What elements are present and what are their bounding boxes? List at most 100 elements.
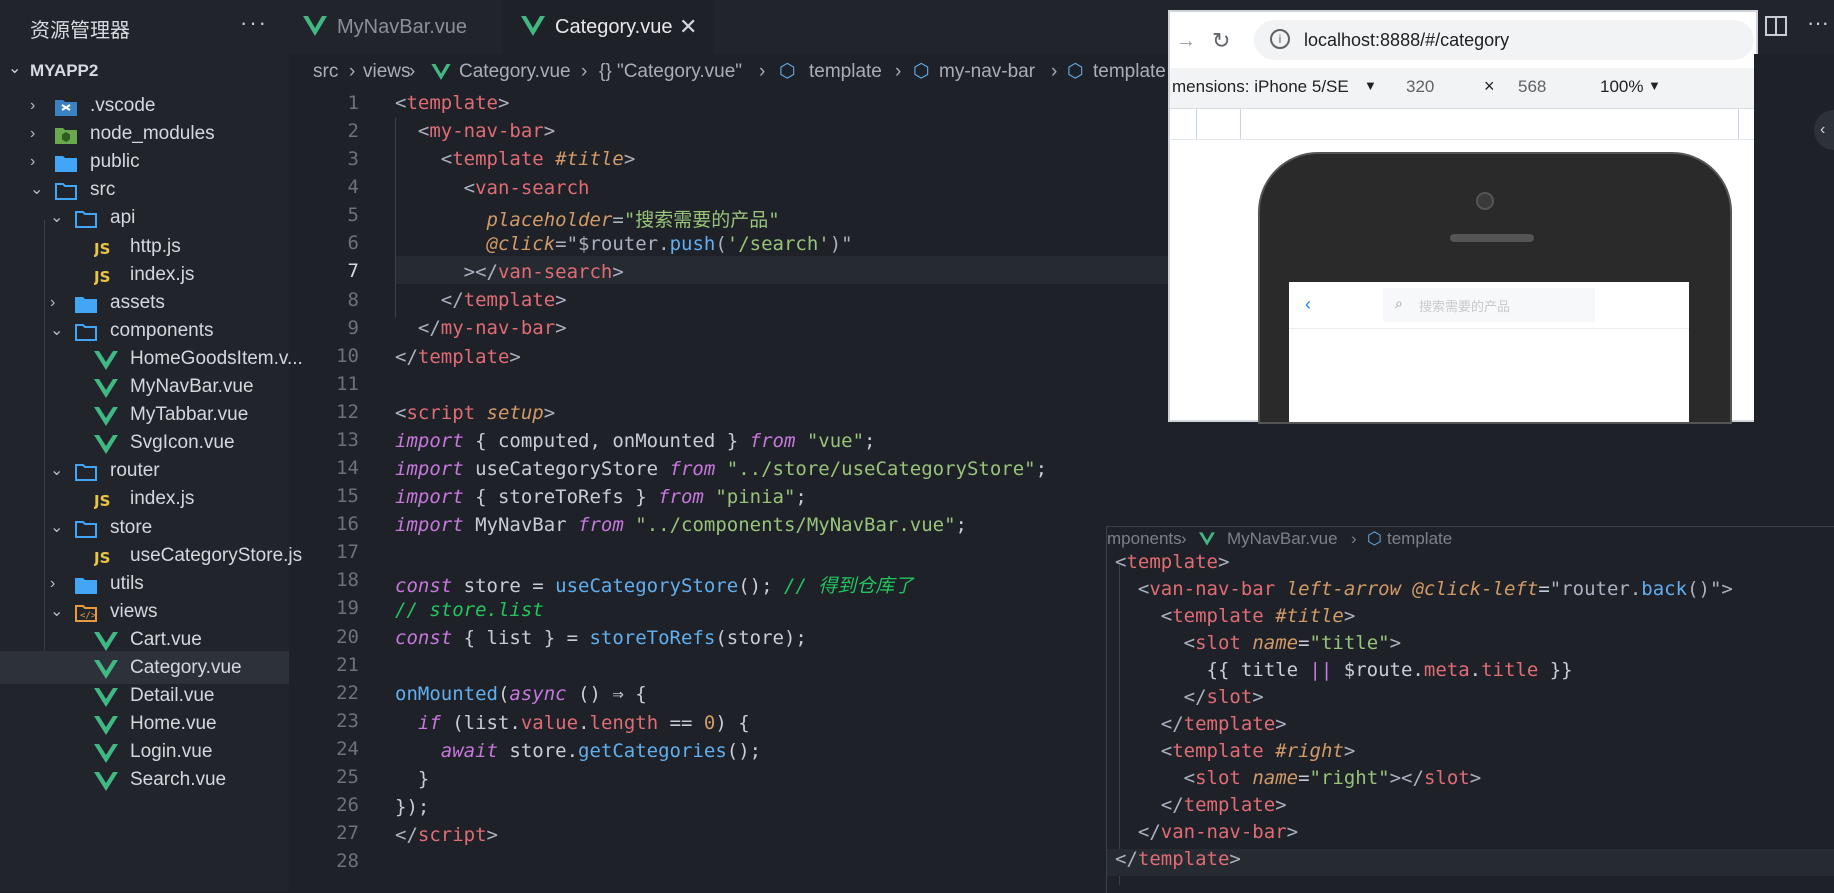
line-number: 23 <box>336 709 359 732</box>
code-line: <slot name="right"></slot> <box>1183 767 1482 789</box>
vue-file-icon <box>94 432 118 455</box>
project-name: MYAPP2 <box>30 61 99 80</box>
code-comment: // 得到仓库了 <box>783 575 914 597</box>
breadcrumb-template[interactable]: template <box>809 54 882 90</box>
vue-file-icon <box>94 376 118 398</box>
breadcrumb-my-nav-bar[interactable]: my-nav-bar <box>939 54 1035 90</box>
folder-open-icon <box>74 320 98 341</box>
breadcrumb-module[interactable]: {} "Category.vue" <box>599 54 742 90</box>
vscode-folder-icon <box>54 95 78 116</box>
line-number: 25 <box>336 765 359 788</box>
back-arrow-icon[interactable]: ‹ <box>1305 294 1311 315</box>
line-number: 20 <box>336 625 359 648</box>
more-actions-icon[interactable]: ··· <box>240 10 268 36</box>
line-number: 12 <box>336 400 359 423</box>
breadcrumb-views[interactable]: views <box>363 54 411 90</box>
vue-file-icon <box>431 64 451 80</box>
breadcrumb-src[interactable]: src <box>313 54 338 90</box>
code-line: if (list.value.length == 0) { <box>417 712 750 734</box>
code-line: <template #right> <box>1160 740 1356 762</box>
folder-open-icon <box>74 517 98 538</box>
chevron-left-icon[interactable]: ‹ <box>1814 110 1834 150</box>
more-actions-icon[interactable]: ··· <box>1807 10 1829 36</box>
vue-file-icon <box>94 629 118 651</box>
code-line: await store.getCategories(); <box>440 740 762 762</box>
tab-category[interactable]: Category.vue ✕ <box>503 0 713 54</box>
code-line: <template #title> <box>440 148 636 170</box>
width-input[interactable]: 320 <box>1406 77 1434 97</box>
code-line: @click="$router.push('/search')" <box>486 233 853 255</box>
code-line: import useCategoryStore from "../store/u… <box>395 458 1048 480</box>
vue-file-icon <box>303 16 327 36</box>
zoom-select[interactable]: 100% <box>1600 77 1643 97</box>
code-line: import MyNavBar from "../components/MyNa… <box>395 514 967 536</box>
line-number: 8 <box>347 288 359 311</box>
line-number: 26 <box>336 794 359 816</box>
line-number: 9 <box>347 316 359 339</box>
code-line: }); <box>395 796 430 818</box>
camera-icon <box>1476 192 1494 210</box>
code-line: </template> <box>1115 848 1241 870</box>
tab-mynavbar[interactable]: MyNavBar.vue <box>289 0 503 54</box>
tree-item-search-vue[interactable]: Search.vue <box>0 763 289 796</box>
code-line: </template> <box>1160 713 1287 735</box>
line-number: 14 <box>336 457 359 480</box>
separator-icon: › <box>1051 61 1058 82</box>
phone-frame: ‹ ⌕ 搜索需要的产品 <box>1258 152 1732 424</box>
code-line: <template> <box>1115 551 1230 573</box>
line-number: 24 <box>336 737 359 760</box>
split-editor-icon[interactable] <box>1765 16 1787 36</box>
forward-icon[interactable]: → <box>1176 30 1196 53</box>
line-number: 1 <box>347 92 359 114</box>
folder-icon <box>74 573 98 594</box>
device-dimensions-select[interactable]: mensions: iPhone 5/SE <box>1172 77 1349 97</box>
line-number: 3 <box>347 148 359 171</box>
code-line: </template> <box>395 346 521 368</box>
svg-text:</>: </> <box>80 611 97 621</box>
code-line: <script setup> <box>395 402 556 424</box>
code-line: {{ title || $route.meta.title }} <box>1115 659 1573 681</box>
reload-icon[interactable]: ↻ <box>1212 28 1230 54</box>
nav-divider <box>1289 328 1689 329</box>
code-line: </van-nav-bar> <box>1137 821 1299 843</box>
line-number: 21 <box>336 653 359 676</box>
url-text: localhost:8888/#/category <box>1304 30 1510 50</box>
address-bar[interactable]: i localhost:8888/#/category <box>1254 20 1754 60</box>
code-line: </template> <box>1160 794 1287 816</box>
chevron-down-icon: ⌄ <box>8 60 22 77</box>
line-number: 7 <box>347 260 359 283</box>
peek-breadcrumb: mponents › MyNavBar.vue › ⬡ template <box>1107 527 1834 551</box>
search-icon: ⌕ <box>1395 295 1403 311</box>
svg-text:JS: JS <box>94 240 110 258</box>
search-box[interactable]: ⌕ 搜索需要的产品 <box>1383 288 1595 322</box>
breadcrumb-template[interactable]: template <box>1093 54 1166 90</box>
code-line: import { storeToRefs } from "pinia"; <box>395 486 807 508</box>
close-tab-icon[interactable]: ✕ <box>679 0 697 54</box>
code-line: ></van-search> <box>463 261 624 283</box>
js-file-icon: JS <box>93 264 118 286</box>
dropdown-arrow-icon: ▼ <box>1648 78 1661 93</box>
vue-file-icon <box>94 657 118 679</box>
code-line: <slot name="title"> <box>1183 632 1402 654</box>
speaker-grille <box>1450 234 1534 242</box>
line-number: 2 <box>347 120 359 143</box>
minimap[interactable]: ‹ <box>1754 54 1834 524</box>
code-line: </slot> <box>1183 686 1264 708</box>
code-line: <my-nav-bar> <box>417 120 556 142</box>
height-input[interactable]: 568 <box>1518 77 1546 97</box>
ruler-bar <box>1170 109 1756 140</box>
js-file-icon: JS <box>93 236 118 258</box>
code-line: <template> <box>395 92 510 114</box>
vue-file-icon <box>521 16 545 36</box>
line-number: 11 <box>336 372 359 395</box>
breadcrumb-file[interactable]: Category.vue <box>459 54 571 90</box>
line-number: 27 <box>336 822 359 845</box>
svg-text:JS: JS <box>94 268 110 286</box>
code-line: </template> <box>440 289 567 311</box>
code-line: <template #title> <box>1160 605 1356 627</box>
vue-file-icon <box>94 741 118 764</box>
cube-icon: ⬡ <box>1067 61 1084 82</box>
browser-preview: → ↻ i localhost:8888/#/category mensions… <box>1168 10 1758 424</box>
info-icon[interactable]: i <box>1270 29 1290 49</box>
project-header[interactable]: ⌄ MYAPP2 <box>0 54 289 86</box>
